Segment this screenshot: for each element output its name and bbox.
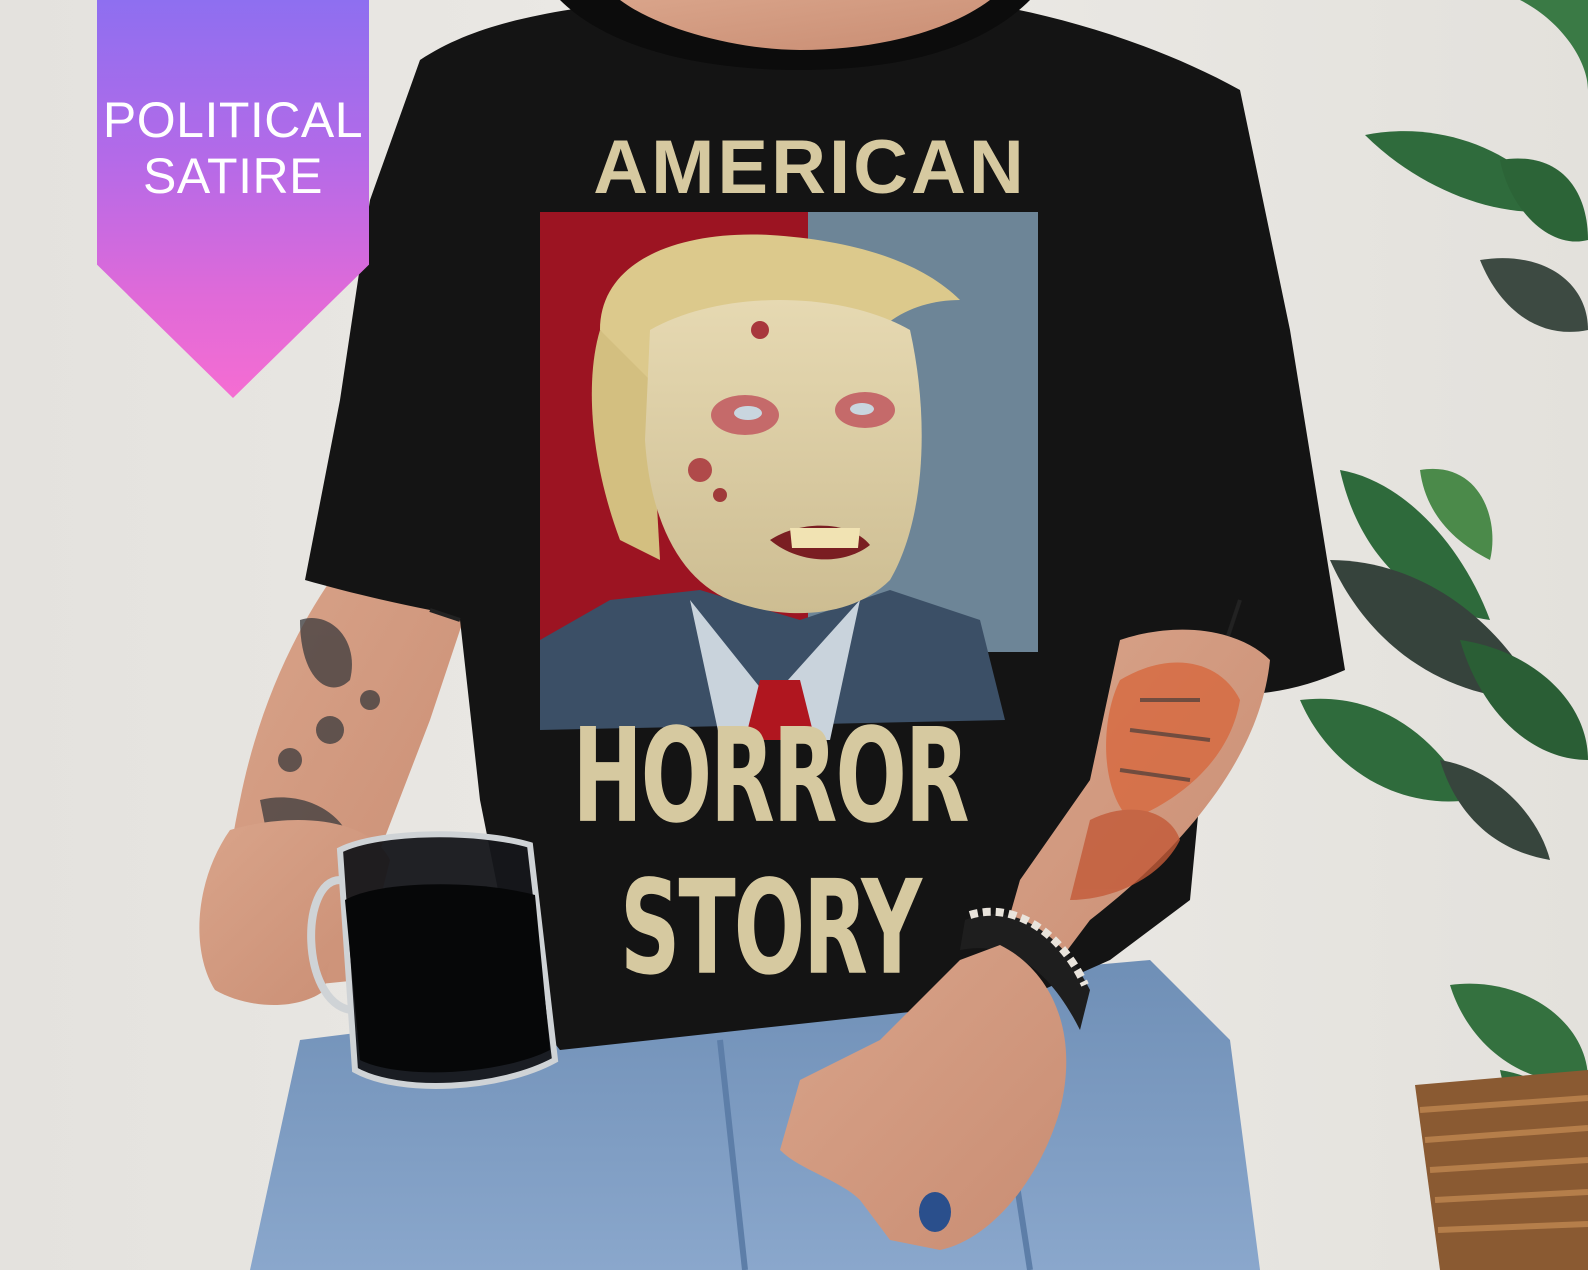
shirt-print-title: AMERICAN [593,125,1027,210]
shirt-print-artwork [540,212,1038,740]
banner-line-political: POLITICAL [102,92,364,148]
banner-line-satire: SATIRE [143,148,323,204]
category-banner-label: POLITICAL SATIRE [97,92,369,204]
finger-ring [919,1192,951,1232]
wicker-basket [1415,1070,1588,1270]
shirt-print-subtitle: HORROR STORY [572,700,969,1004]
